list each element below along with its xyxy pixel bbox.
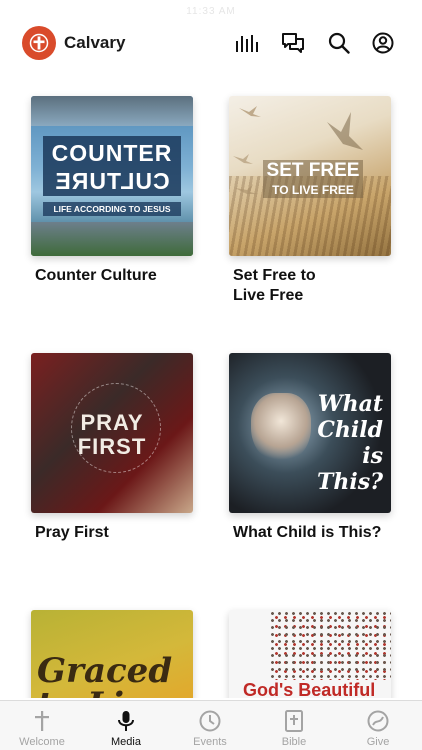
media-series-grid: COUNTER CULTURE LIFE ACCORDING TO JESUS … bbox=[0, 86, 422, 698]
status-bar-time: 11:33 AM bbox=[186, 6, 236, 17]
series-title[interactable]: Counter Culture bbox=[35, 266, 193, 286]
cross-icon bbox=[30, 709, 54, 733]
series-artwork[interactable]: What Child is This? bbox=[229, 353, 391, 513]
tab-label: Events bbox=[193, 736, 227, 748]
art-line2: TO LIVE FREE bbox=[263, 182, 363, 198]
tab-label: Give bbox=[366, 736, 390, 748]
tab-label: Media bbox=[111, 736, 141, 748]
series-artwork[interactable]: God's Beautiful bbox=[229, 610, 391, 698]
art-title: COUNTER bbox=[51, 140, 173, 166]
series-card-gods-beautiful[interactable]: God's Beautiful bbox=[229, 610, 391, 698]
series-title[interactable]: What Child is This? bbox=[233, 523, 391, 543]
microphone-icon bbox=[114, 709, 138, 733]
series-card-set-free[interactable]: SET FREE TO LIVE FREE Set Free to Live F… bbox=[229, 96, 391, 306]
series-artwork[interactable]: COUNTER CULTURE LIFE ACCORDING TO JESUS bbox=[31, 96, 193, 256]
app-name: Calvary bbox=[64, 33, 126, 52]
art-text: God's Beautiful bbox=[243, 680, 376, 698]
bottom-tab-bar: Welcome Media Events Bible Give bbox=[0, 700, 422, 750]
profile-icon[interactable] bbox=[370, 30, 396, 56]
series-artwork[interactable]: SET FREE TO LIVE FREE bbox=[229, 96, 391, 256]
audio-bars-icon[interactable] bbox=[234, 30, 260, 56]
art-title-mirrored: CULTURE bbox=[54, 168, 170, 194]
tab-welcome[interactable]: Welcome bbox=[0, 701, 84, 750]
art-line1: SET FREE bbox=[263, 160, 363, 182]
chat-bubbles-icon[interactable] bbox=[280, 30, 306, 56]
series-card-pray-first[interactable]: PRAY FIRST Pray First bbox=[31, 353, 193, 543]
series-card-counter-culture[interactable]: COUNTER CULTURE LIFE ACCORDING TO JESUS … bbox=[31, 96, 193, 286]
bible-icon bbox=[282, 709, 306, 733]
art-line1: PRAY bbox=[80, 410, 144, 435]
clock-icon bbox=[198, 709, 222, 733]
series-title[interactable]: Pray First bbox=[35, 523, 193, 543]
series-card-graced[interactable]: Graced to Live bbox=[31, 610, 193, 698]
art-line2: FIRST bbox=[77, 434, 147, 459]
series-artwork[interactable]: Graced to Live bbox=[31, 610, 193, 698]
series-artwork[interactable]: PRAY FIRST bbox=[31, 353, 193, 513]
tab-media[interactable]: Media bbox=[84, 701, 168, 750]
tab-label: Welcome bbox=[19, 736, 65, 748]
art-subtitle: LIFE ACCORDING TO JESUS bbox=[43, 202, 181, 216]
search-icon[interactable] bbox=[326, 30, 352, 56]
tab-label: Bible bbox=[281, 736, 307, 748]
cross-logo-icon[interactable] bbox=[22, 26, 56, 60]
series-title[interactable]: Set Free to Live Free bbox=[233, 266, 391, 306]
tab-events[interactable]: Events bbox=[168, 701, 252, 750]
app-header: 11:33 AM Calvary bbox=[0, 0, 422, 86]
art-text: Graced to Live bbox=[37, 651, 173, 698]
give-icon bbox=[366, 709, 390, 733]
tab-bible[interactable]: Bible bbox=[252, 701, 336, 750]
art-text: What Child is This? bbox=[317, 391, 383, 495]
series-card-what-child[interactable]: What Child is This? What Child is This? bbox=[229, 353, 391, 543]
tab-give[interactable]: Give bbox=[336, 701, 420, 750]
